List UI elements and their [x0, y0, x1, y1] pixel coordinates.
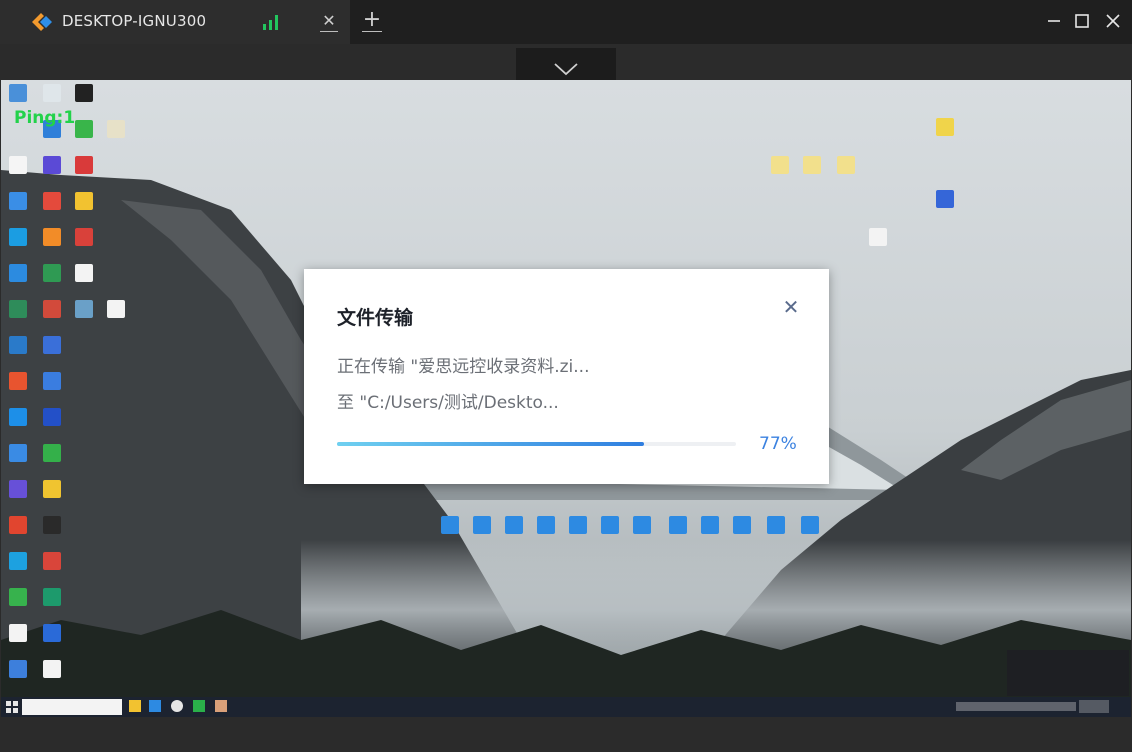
- transfer-source-text: 正在传输 "爱思远控收录资料.zi...: [337, 357, 590, 377]
- desktop-icon[interactable]: [9, 264, 27, 282]
- desktop-icon[interactable]: [669, 516, 687, 534]
- desktop-icon[interactable]: [767, 516, 785, 534]
- windows-start-icon[interactable]: [5, 700, 19, 714]
- close-icon[interactable]: ✕: [781, 297, 801, 317]
- desktop-icon[interactable]: [43, 552, 61, 570]
- title-bar: DESKTOP-IGNU300 ✕ +: [0, 0, 1132, 44]
- desktop-icon[interactable]: [75, 264, 93, 282]
- desktop-icon[interactable]: [75, 84, 93, 102]
- desktop-icon[interactable]: [9, 300, 27, 318]
- desktop-icon[interactable]: [75, 228, 93, 246]
- transfer-destination-text: 至 "C:/Users/测试/Deskto...: [337, 393, 559, 413]
- desktop-icon[interactable]: [771, 156, 789, 174]
- desktop-icon[interactable]: [9, 588, 27, 606]
- desktop-icon[interactable]: [701, 516, 719, 534]
- desktop-icon[interactable]: [505, 516, 523, 534]
- desktop-icon[interactable]: [9, 660, 27, 678]
- taskbar-app[interactable]: [193, 700, 205, 712]
- close-window-icon[interactable]: [1102, 10, 1124, 32]
- system-tray[interactable]: [956, 702, 1076, 711]
- desktop-icon[interactable]: [43, 192, 61, 210]
- desktop-icon[interactable]: [43, 84, 61, 102]
- desktop-icon[interactable]: [441, 516, 459, 534]
- desktop-icon[interactable]: [9, 624, 27, 642]
- app-logo-icon: [32, 13, 52, 31]
- signal-strength-icon: [263, 15, 278, 30]
- desktop-icon[interactable]: [473, 516, 491, 534]
- desktop-icon[interactable]: [936, 190, 954, 208]
- desktop-icon[interactable]: [107, 300, 125, 318]
- desktop-icon[interactable]: [107, 120, 125, 138]
- desktop-icon[interactable]: [9, 444, 27, 462]
- desktop-icon[interactable]: [75, 120, 93, 138]
- desktop-icon[interactable]: [43, 480, 61, 498]
- desktop-icon[interactable]: [803, 156, 821, 174]
- desktop-icon[interactable]: [9, 192, 27, 210]
- desktop-icon[interactable]: [9, 228, 27, 246]
- taskbar-app[interactable]: [129, 700, 141, 712]
- desktop-icon[interactable]: [9, 156, 27, 174]
- desktop-icon[interactable]: [75, 156, 93, 174]
- bottom-strip: [0, 717, 1132, 752]
- session-tab[interactable]: DESKTOP-IGNU300 ✕: [0, 0, 350, 44]
- desktop-icon[interactable]: [43, 408, 61, 426]
- desktop-icon[interactable]: [43, 660, 61, 678]
- ping-indicator: Ping:1: [14, 108, 76, 128]
- transfer-progress-percent: 77%: [759, 434, 797, 454]
- desktop-icon[interactable]: [43, 336, 61, 354]
- maximize-icon[interactable]: [1071, 10, 1093, 32]
- desktop-icon[interactable]: [43, 300, 61, 318]
- desktop-icon[interactable]: [633, 516, 651, 534]
- desktop-icon[interactable]: [801, 516, 819, 534]
- desktop-icon[interactable]: [43, 516, 61, 534]
- desktop-icon[interactable]: [43, 228, 61, 246]
- desktop-icon[interactable]: [537, 516, 555, 534]
- tab-close-icon[interactable]: ✕: [320, 12, 338, 32]
- taskbar-app[interactable]: [171, 700, 183, 712]
- desktop-icon[interactable]: [9, 516, 27, 534]
- desktop-icon[interactable]: [569, 516, 587, 534]
- desktop-icon[interactable]: [601, 516, 619, 534]
- desktop-icon[interactable]: [9, 372, 27, 390]
- remote-taskbar-search[interactable]: [22, 699, 122, 715]
- transfer-progress-bar: [337, 442, 736, 446]
- desktop-icon[interactable]: [9, 480, 27, 498]
- transfer-progress-fill: [337, 442, 645, 446]
- taskbar-app[interactable]: [149, 700, 161, 712]
- remote-notification-popup: [1007, 650, 1129, 696]
- desktop-icon[interactable]: [43, 444, 61, 462]
- desktop-icon[interactable]: [9, 552, 27, 570]
- taskbar-clock[interactable]: [1079, 700, 1109, 713]
- desktop-icon[interactable]: [869, 228, 887, 246]
- dialog-title: 文件传输: [337, 307, 414, 329]
- desktop-icon[interactable]: [733, 516, 751, 534]
- remote-taskbar: [1, 697, 1131, 717]
- desktop-icon[interactable]: [9, 408, 27, 426]
- desktop-icon[interactable]: [43, 588, 61, 606]
- minimize-icon[interactable]: [1043, 10, 1065, 32]
- desktop-icon[interactable]: [43, 372, 61, 390]
- desktop-icon[interactable]: [936, 118, 954, 136]
- desktop-icon[interactable]: [9, 336, 27, 354]
- desktop-icon[interactable]: [837, 156, 855, 174]
- desktop-icon[interactable]: [43, 156, 61, 174]
- desktop-icon[interactable]: [43, 264, 61, 282]
- new-tab-button[interactable]: +: [362, 9, 382, 32]
- desktop-icon[interactable]: [43, 624, 61, 642]
- file-transfer-dialog: 文件传输 ✕ 正在传输 "爱思远控收录资料.zi... 至 "C:/Users/…: [304, 269, 829, 484]
- desktop-icon[interactable]: [9, 84, 27, 102]
- tab-title: DESKTOP-IGNU300: [62, 12, 207, 30]
- taskbar-app[interactable]: [215, 700, 227, 712]
- desktop-icon[interactable]: [75, 192, 93, 210]
- desktop-icon[interactable]: [75, 300, 93, 318]
